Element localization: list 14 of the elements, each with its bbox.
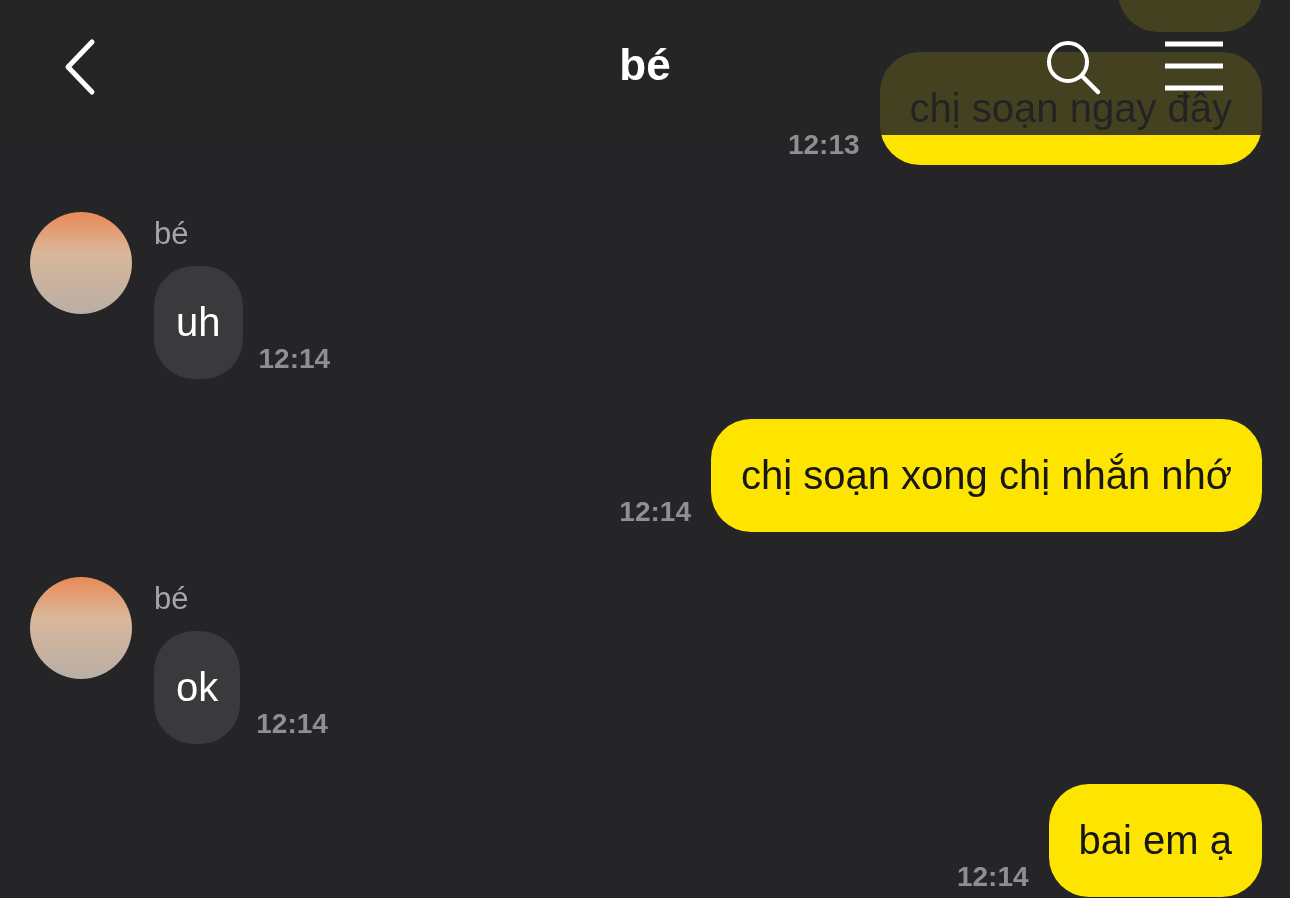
message-bubble: bai em ạ xyxy=(1048,784,1262,897)
message-bubble: ok xyxy=(154,631,241,744)
chat-title: bé xyxy=(618,40,672,90)
sender-name: bé xyxy=(154,581,190,617)
message-time: 12:14 xyxy=(258,343,331,376)
search-icon[interactable] xyxy=(1044,38,1102,96)
message-time: 12:14 xyxy=(256,708,328,741)
message-time: 12:14 xyxy=(619,496,691,529)
message-bubble: uh xyxy=(154,266,243,379)
message-time: 12:14 xyxy=(956,861,1029,894)
message-bubble: chị soạn xong chị nhắn nhớ xyxy=(711,419,1262,532)
sender-name: bé xyxy=(154,216,190,252)
message-time: 12:13 xyxy=(787,129,860,162)
menu-icon[interactable] xyxy=(1163,40,1225,92)
